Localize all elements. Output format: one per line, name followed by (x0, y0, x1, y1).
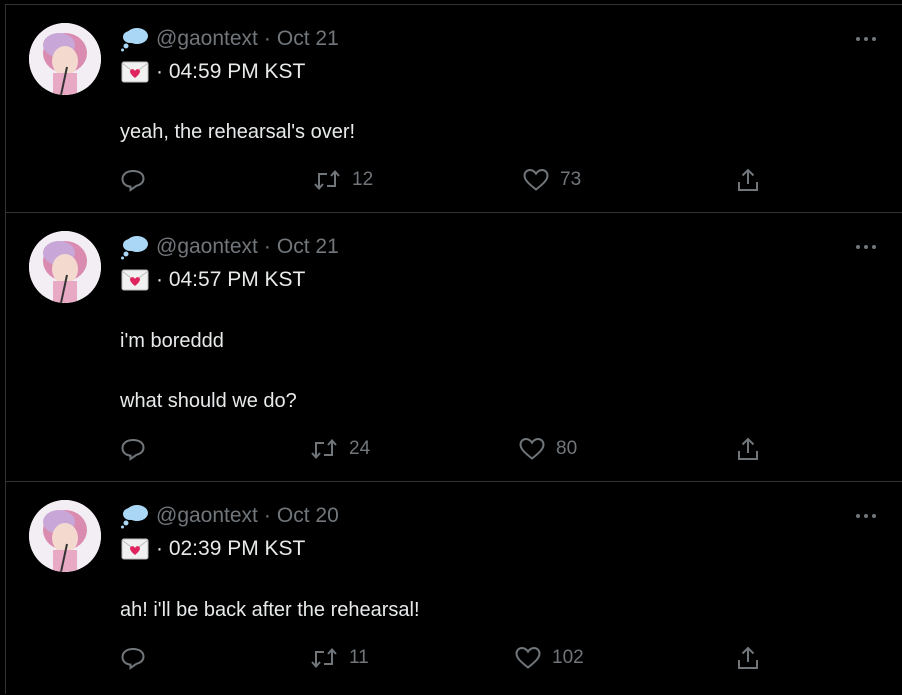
tweet-time: · 02:39 PM KST (156, 537, 306, 560)
reply-icon (121, 438, 145, 461)
tweet-date[interactable]: Oct 21 (277, 27, 339, 51)
more-options-button[interactable] (851, 237, 881, 257)
more-horizontal-icon (856, 37, 876, 41)
tweet-subheader: · 04:57 PM KST (120, 265, 305, 295)
tweet-text: ah! i'll be back after the rehearsal! (120, 595, 420, 625)
separator: · (263, 27, 271, 50)
tweet[interactable]: @gaontext · Oct 20 · 02:39 PM KST ah! i'… (6, 482, 902, 695)
heart-icon (515, 646, 541, 669)
tweet-text-line: i'm boreddd (120, 330, 224, 352)
more-horizontal-icon (856, 245, 876, 249)
tweet-date[interactable]: Oct 20 (277, 504, 339, 528)
retweet-icon (311, 647, 337, 669)
retweet-button[interactable]: 12 (312, 165, 373, 195)
tweet-time: · 04:59 PM KST (156, 60, 306, 83)
thought-balloon-icon (121, 28, 148, 52)
share-button[interactable] (736, 643, 760, 673)
reply-icon (121, 169, 145, 192)
like-button[interactable]: 73 (522, 165, 581, 195)
retweet-icon (314, 169, 340, 191)
tweet-header: @gaontext · Oct 21 (120, 232, 339, 262)
tweet-feed: @gaontext · Oct 21 · 04:59 PM KST yeah, … (5, 4, 902, 694)
tweet[interactable]: @gaontext · Oct 21 · 04:59 PM KST yeah, … (6, 5, 902, 213)
tweet-text-line: yeah, the rehearsal's over! (120, 121, 356, 143)
tweet-text: i'm boreddd what should we do? (120, 326, 297, 416)
thought-balloon-icon (121, 505, 148, 529)
more-options-button[interactable] (851, 29, 881, 49)
avatar[interactable] (29, 23, 101, 95)
like-count: 102 (552, 647, 584, 668)
tweet-text-line: what should we do? (120, 390, 297, 412)
heart-icon (519, 437, 545, 460)
love-letter-icon (121, 269, 149, 291)
share-icon (738, 168, 758, 191)
heart-icon (523, 168, 549, 191)
love-letter-icon (121, 538, 149, 560)
like-button[interactable]: 80 (518, 434, 577, 464)
separator: · (263, 504, 271, 527)
tweet[interactable]: @gaontext · Oct 21 · 04:57 PM KST i'm bo… (6, 213, 902, 482)
retweet-button[interactable]: 11 (309, 643, 369, 673)
tweet-text-line (120, 356, 297, 386)
like-button[interactable]: 102 (514, 643, 584, 673)
avatar[interactable] (29, 500, 101, 572)
tweet-date[interactable]: Oct 21 (277, 235, 339, 259)
user-handle[interactable]: @gaontext (156, 504, 258, 528)
tweet-actions: 11 102 (120, 643, 780, 673)
tweet-actions: 12 73 (120, 165, 780, 195)
avatar[interactable] (29, 231, 101, 303)
retweet-count: 12 (352, 169, 374, 190)
reply-button[interactable] (120, 643, 146, 673)
like-count: 80 (556, 438, 578, 459)
tweet-header: @gaontext · Oct 20 (120, 501, 339, 531)
tweet-text: yeah, the rehearsal's over! (120, 117, 355, 147)
reply-button[interactable] (120, 434, 146, 464)
share-icon (738, 646, 758, 669)
more-options-button[interactable] (851, 506, 881, 526)
tweet-actions: 24 80 (120, 434, 780, 464)
reply-button[interactable] (120, 165, 146, 195)
share-icon (738, 437, 758, 460)
user-handle[interactable]: @gaontext (156, 27, 258, 51)
love-letter-icon (121, 61, 149, 83)
retweet-count: 11 (349, 647, 369, 668)
reply-icon (121, 647, 145, 670)
tweet-time: · 04:57 PM KST (156, 268, 306, 291)
tweet-subheader: · 02:39 PM KST (120, 534, 305, 564)
retweet-icon (311, 438, 337, 460)
user-handle[interactable]: @gaontext (156, 235, 258, 259)
tweet-header: @gaontext · Oct 21 (120, 24, 339, 54)
share-button[interactable] (736, 165, 760, 195)
more-horizontal-icon (856, 514, 876, 518)
share-button[interactable] (736, 434, 760, 464)
retweet-button[interactable]: 24 (309, 434, 370, 464)
tweet-subheader: · 04:59 PM KST (120, 57, 305, 87)
tweet-text-line: ah! i'll be back after the rehearsal! (120, 599, 420, 621)
thought-balloon-icon (121, 236, 148, 260)
retweet-count: 24 (349, 438, 371, 459)
separator: · (263, 235, 271, 258)
like-count: 73 (560, 169, 582, 190)
